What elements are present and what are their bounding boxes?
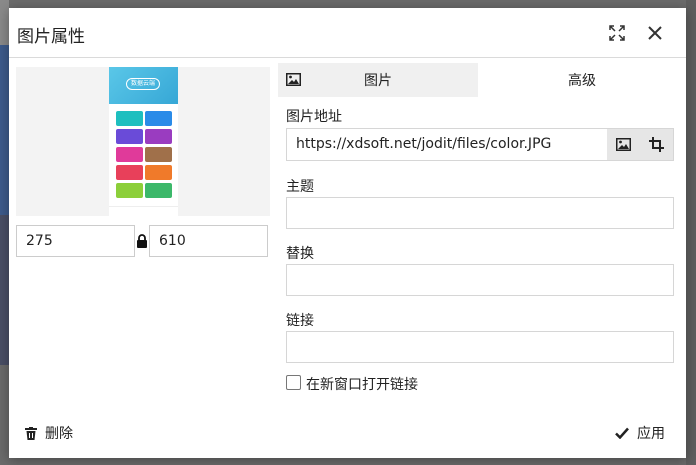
tab-advanced[interactable]: 高级 <box>478 63 686 97</box>
delete-button[interactable]: 删除 <box>25 422 73 444</box>
delete-label: 删除 <box>45 426 73 442</box>
image-properties-dialog: 图片属性 数据云端 275 610 图片 高级 图片地址 https://xds… <box>9 8 686 458</box>
backdrop-strip <box>0 215 9 365</box>
link-input[interactable] <box>286 331 674 363</box>
preview-tile <box>116 147 143 162</box>
tab-image-label: 图片 <box>364 73 392 89</box>
check-icon <box>615 427 629 439</box>
tab-image[interactable]: 图片 <box>278 63 478 97</box>
image-icon <box>616 138 631 151</box>
backdrop-strip <box>0 0 9 45</box>
fullsize-icon <box>609 25 625 41</box>
src-label: 图片地址 <box>286 109 342 125</box>
preview-header: 数据云端 <box>109 67 178 104</box>
crop-icon <box>649 137 664 152</box>
title-label: 主题 <box>286 179 314 195</box>
preview-tile <box>145 111 172 126</box>
preview-tile <box>116 183 143 198</box>
image-preview: 数据云端 <box>16 67 270 216</box>
preview-tile <box>145 129 172 144</box>
alt-input[interactable] <box>286 264 674 296</box>
preview-nav <box>109 206 178 216</box>
fullsize-button[interactable] <box>604 20 630 46</box>
select-image-button[interactable] <box>607 129 640 160</box>
tab-advanced-label: 高级 <box>568 73 596 89</box>
preview-logo: 数据云端 <box>126 78 160 90</box>
preview-tile <box>116 111 143 126</box>
close-icon <box>648 26 662 40</box>
image-width-input[interactable] <box>16 225 135 257</box>
link-label: 链接 <box>286 313 314 329</box>
preview-tile <box>145 165 172 180</box>
src-field[interactable]: https://xdsoft.net/jodit/files/color.JPG <box>286 128 674 161</box>
alt-label: 替换 <box>286 246 314 262</box>
backdrop-strip <box>0 45 9 215</box>
close-button[interactable] <box>642 20 668 46</box>
open-in-new-window-checkbox[interactable] <box>286 375 301 390</box>
apply-label: 应用 <box>637 426 665 442</box>
dialog-title: 图片属性 <box>17 27 85 47</box>
preview-tile <box>145 147 172 162</box>
apply-button[interactable]: 应用 <box>615 422 665 444</box>
preview-image: 数据云端 <box>109 67 178 216</box>
src-input[interactable]: https://xdsoft.net/jodit/files/color.JPG <box>296 129 551 160</box>
preview-tile <box>116 129 143 144</box>
title-input[interactable] <box>286 197 674 229</box>
image-height-input[interactable] <box>149 225 268 257</box>
backdrop-strip <box>686 0 696 465</box>
lock-icon[interactable] <box>136 234 148 248</box>
preview-tile <box>145 183 172 198</box>
dialog-header: 图片属性 <box>9 8 686 58</box>
crop-button[interactable] <box>640 129 673 160</box>
open-in-new-window-label[interactable]: 在新窗口打开链接 <box>306 374 418 394</box>
trash-icon <box>25 426 37 440</box>
preview-tile <box>116 165 143 180</box>
image-icon <box>286 73 301 86</box>
